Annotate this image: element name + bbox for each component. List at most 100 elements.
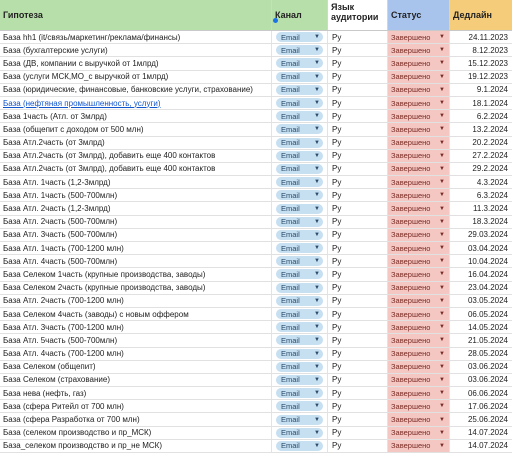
cell-hypothesis[interactable]: База нева (нефть, газ) xyxy=(0,387,272,400)
cell-hypothesis[interactable]: База 1часть (Атл. от 3млрд) xyxy=(0,110,272,123)
status-dropdown[interactable]: Завершено ▼ xyxy=(388,189,449,202)
cell-language[interactable]: Ру xyxy=(328,149,388,162)
cell-hypothesis[interactable]: База hh1 (it/связь/маркетинг/реклама/фин… xyxy=(0,31,272,44)
cell-language[interactable]: Ру xyxy=(328,321,388,334)
cell-language[interactable]: Ру xyxy=(328,83,388,96)
cell-deadline[interactable]: 8.12.2023 xyxy=(450,44,512,56)
status-dropdown[interactable]: Завершено ▼ xyxy=(388,294,449,307)
cell-hypothesis[interactable]: База Атл. 2часть (700-1200 млн) xyxy=(0,294,272,307)
status-dropdown[interactable]: Завершено ▼ xyxy=(388,268,449,281)
channel-dropdown-chip[interactable]: Email ▼ xyxy=(276,374,323,385)
status-dropdown[interactable]: Завершено ▼ xyxy=(388,400,449,413)
cell-hypothesis[interactable]: База Атл. 3часть (500-700млн) xyxy=(0,228,272,241)
channel-dropdown-chip[interactable]: Email ▼ xyxy=(276,348,323,359)
channel-dropdown-chip[interactable]: Email ▼ xyxy=(276,243,323,254)
channel-dropdown-chip[interactable]: Email ▼ xyxy=(276,440,323,451)
status-dropdown[interactable]: Завершено ▼ xyxy=(388,413,449,426)
cell-channel[interactable]: Email ▼ xyxy=(272,83,328,96)
cell-hypothesis[interactable]: База Атл. 4часть (500-700млн) xyxy=(0,255,272,268)
channel-dropdown-chip[interactable]: Email ▼ xyxy=(276,124,323,135)
cell-deadline[interactable]: 06.06.2024 xyxy=(450,387,512,399)
cell-language[interactable]: Ру xyxy=(328,44,388,57)
cell-hypothesis[interactable]: База Атл. 3часть (700-1200 млн) xyxy=(0,321,272,334)
cell-status[interactable]: Завершено ▼ xyxy=(388,202,450,215)
cell-channel[interactable]: Email ▼ xyxy=(272,373,328,387)
cell-channel[interactable]: Email ▼ xyxy=(272,268,328,281)
cell-hypothesis[interactable]: База Атл. 2часть (1,2-3млрд) xyxy=(0,202,272,215)
cell-channel[interactable]: Email ▼ xyxy=(272,307,328,321)
channel-dropdown-chip[interactable]: Email ▼ xyxy=(276,137,323,148)
cell-deadline[interactable]: 23.04.2024 xyxy=(450,282,512,294)
cell-hypothesis[interactable]: База (селеком производство и пр_МСК) xyxy=(0,426,272,439)
cell-deadline[interactable]: 29.03.2024 xyxy=(450,229,512,241)
cell-status[interactable]: Завершено ▼ xyxy=(388,242,450,255)
channel-dropdown-chip[interactable]: Email ▼ xyxy=(276,150,323,161)
channel-dropdown-chip[interactable]: Email ▼ xyxy=(276,256,323,267)
cell-deadline[interactable]: 19.12.2023 xyxy=(450,71,512,83)
status-dropdown[interactable]: Завершено ▼ xyxy=(388,373,449,387)
channel-dropdown-chip[interactable]: Email ▼ xyxy=(276,322,323,333)
cell-channel[interactable]: Email ▼ xyxy=(272,387,328,400)
cell-deadline[interactable]: 25.06.2024 xyxy=(450,413,512,425)
cell-deadline[interactable]: 11.3.2024 xyxy=(450,202,512,214)
cell-channel[interactable]: Email ▼ xyxy=(272,57,328,70)
cell-status[interactable]: Завершено ▼ xyxy=(388,57,450,70)
cell-channel[interactable]: Email ▼ xyxy=(272,334,328,347)
cell-language[interactable]: Ру xyxy=(328,57,388,70)
cell-deadline[interactable]: 18.1.2024 xyxy=(450,97,512,109)
cell-hypothesis[interactable]: База Селеком 1часть (крупные производств… xyxy=(0,268,272,281)
cell-deadline[interactable]: 27.2.2024 xyxy=(450,150,512,162)
status-dropdown[interactable]: Завершено ▼ xyxy=(388,162,449,176)
channel-dropdown-chip[interactable]: Email ▼ xyxy=(276,216,323,227)
channel-dropdown-chip[interactable]: Email ▼ xyxy=(276,45,323,56)
cell-language[interactable]: Ру xyxy=(328,347,388,360)
cell-deadline[interactable]: 20.2.2024 xyxy=(450,137,512,149)
cell-hypothesis[interactable]: База (ДВ, компании с выручкой от 1млрд) xyxy=(0,57,272,70)
cell-language[interactable]: Ру xyxy=(328,426,388,439)
cell-status[interactable]: Завершено ▼ xyxy=(388,387,450,400)
cell-language[interactable]: Ру xyxy=(328,136,388,149)
cell-status[interactable]: Завершено ▼ xyxy=(388,96,450,110)
cell-channel[interactable]: Email ▼ xyxy=(272,215,328,228)
cell-hypothesis[interactable]: База Атл. 2часть (500-700млн) xyxy=(0,215,272,228)
cell-channel[interactable]: Email ▼ xyxy=(272,31,328,44)
cell-status[interactable]: Завершено ▼ xyxy=(388,373,450,387)
cell-channel[interactable]: Email ▼ xyxy=(272,44,328,57)
cell-channel[interactable]: Email ▼ xyxy=(272,347,328,360)
cell-language[interactable]: Ру xyxy=(328,31,388,44)
channel-dropdown-chip[interactable]: Email ▼ xyxy=(276,58,323,69)
cell-status[interactable]: Завершено ▼ xyxy=(388,360,450,373)
status-dropdown[interactable]: Завершено ▼ xyxy=(388,123,449,136)
cell-language[interactable]: Ру xyxy=(328,373,388,387)
status-dropdown[interactable]: Завершено ▼ xyxy=(388,96,449,110)
status-dropdown[interactable]: Завершено ▼ xyxy=(388,149,449,162)
cell-deadline[interactable]: 14.07.2024 xyxy=(450,440,512,452)
cell-language[interactable]: Ру xyxy=(328,70,388,83)
header-hypothesis[interactable]: Гипотеза xyxy=(0,0,272,30)
cell-deadline[interactable]: 6.3.2024 xyxy=(450,189,512,201)
cell-hypothesis[interactable]: База Атл. 4часть (700-1200 млн) xyxy=(0,347,272,360)
status-dropdown[interactable]: Завершено ▼ xyxy=(388,242,449,255)
cell-hypothesis[interactable]: База (сфера Разработка от 700 млн) xyxy=(0,413,272,426)
cell-channel[interactable]: Email ▼ xyxy=(272,413,328,426)
status-dropdown[interactable]: Завершено ▼ xyxy=(388,426,449,439)
channel-dropdown-chip[interactable]: Email ▼ xyxy=(276,229,323,240)
cell-channel[interactable]: Email ▼ xyxy=(272,123,328,136)
cell-hypothesis[interactable]: База Селеком (страхование) xyxy=(0,373,272,387)
cell-deadline[interactable]: 24.11.2023 xyxy=(450,31,512,43)
cell-channel[interactable]: Email ▼ xyxy=(272,255,328,268)
cell-status[interactable]: Завершено ▼ xyxy=(388,228,450,241)
channel-dropdown-chip[interactable]: Email ▼ xyxy=(276,98,323,109)
cell-status[interactable]: Завершено ▼ xyxy=(388,307,450,321)
cell-channel[interactable]: Email ▼ xyxy=(272,110,328,123)
cell-channel[interactable]: Email ▼ xyxy=(272,400,328,413)
cell-hypothesis[interactable]: База Атл.2часть (от 3млрд), добавить еще… xyxy=(0,149,272,162)
cell-status[interactable]: Завершено ▼ xyxy=(388,70,450,83)
cell-deadline[interactable]: 10.04.2024 xyxy=(450,255,512,267)
cell-language[interactable]: Ру xyxy=(328,202,388,215)
header-language[interactable]: Язык аудитории xyxy=(328,0,388,30)
selection-handle-icon[interactable] xyxy=(273,18,278,23)
cell-hypothesis[interactable]: База Атл.2часть (от 3млрд), добавить еще… xyxy=(0,162,272,176)
cell-hypothesis[interactable]: База_селеком производство и пр_не МСК) xyxy=(0,439,272,452)
status-dropdown[interactable]: Завершено ▼ xyxy=(388,387,449,400)
